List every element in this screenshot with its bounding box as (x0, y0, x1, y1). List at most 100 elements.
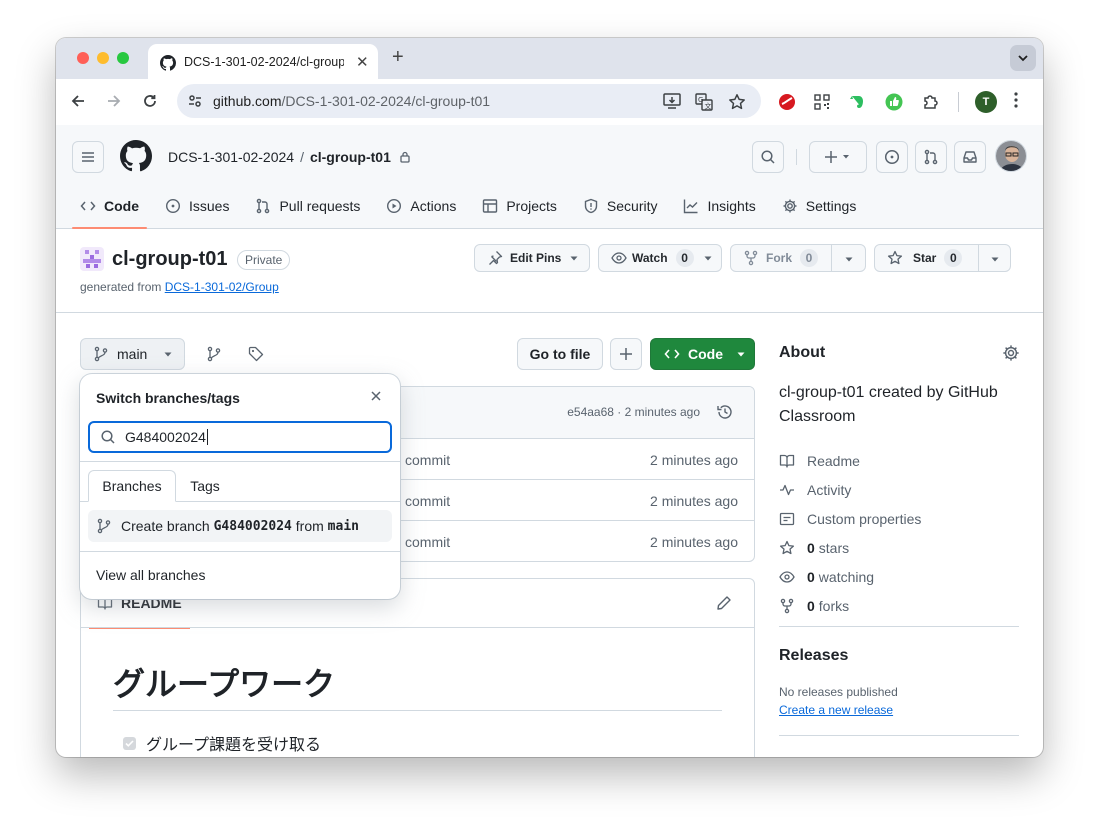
go-to-file-button[interactable]: Go to file (517, 338, 603, 370)
pencil-icon[interactable] (716, 595, 732, 611)
heading-divider (113, 710, 722, 711)
task-checkbox[interactable] (123, 736, 136, 750)
watch-button[interactable]: Watch 0 (598, 244, 722, 272)
plus-triangle-down-icon (825, 151, 849, 163)
breadcrumb-repo[interactable]: cl-group-t01 (310, 149, 391, 165)
repo-owner-avatar[interactable] (80, 247, 104, 271)
fork-button[interactable]: Fork 0 (730, 244, 866, 272)
issues-button[interactable] (876, 141, 908, 173)
back-arrow-icon[interactable] (68, 91, 88, 111)
branch-select-button[interactable]: main (80, 338, 185, 370)
reload-icon[interactable] (140, 91, 160, 111)
forward-arrow-icon[interactable] (104, 91, 124, 111)
readme-panel: README グループワーク グループ課題を受け取る (80, 578, 755, 757)
profile-avatar[interactable]: T (975, 91, 997, 113)
readme-link[interactable]: Readme (779, 446, 921, 475)
lock-icon (400, 151, 410, 163)
view-all-branches-link[interactable]: View all branches (96, 567, 205, 583)
star-count: 0 (944, 249, 963, 267)
tab-search-chevron-icon[interactable] (1010, 45, 1036, 71)
extension-evernote-icon[interactable] (847, 92, 867, 112)
tab-tags[interactable]: Tags (188, 470, 222, 502)
commit-message[interactable]: commit (405, 534, 450, 550)
star-button[interactable]: Star 0 (874, 244, 1011, 272)
tab-close-icon[interactable]: ✕ (356, 53, 369, 71)
extension-qr-icon[interactable] (812, 92, 832, 112)
tab-projects[interactable]: Projects (474, 189, 565, 223)
triangle-down-icon[interactable] (990, 254, 1000, 264)
create-branch-item[interactable]: Create branch G484002024 from main (88, 510, 392, 542)
custom-properties-link[interactable]: Custom properties (779, 504, 921, 533)
pull-requests-button[interactable] (915, 141, 947, 173)
code-icon (80, 201, 96, 211)
commit-message[interactable]: commit (405, 493, 450, 509)
create-new-button[interactable] (809, 141, 867, 173)
bookmark-star-icon[interactable] (728, 93, 746, 111)
fork-count: 0 (800, 249, 819, 267)
tab-settings[interactable]: Settings (774, 189, 865, 223)
gear-icon[interactable] (1002, 344, 1020, 362)
extension-thumbs-icon[interactable] (884, 92, 904, 112)
tab-actions[interactable]: Actions (378, 189, 464, 223)
extensions-puzzle-icon[interactable] (921, 92, 941, 112)
branch-filter-input[interactable]: G484002024 (88, 421, 392, 453)
table-icon (483, 199, 498, 213)
inbox-button[interactable] (954, 141, 986, 173)
tab-issues[interactable]: Issues (157, 189, 237, 223)
commit-info[interactable]: e54aa68 · 2 minutes ago (567, 405, 700, 419)
readme-divider (81, 627, 754, 628)
breadcrumb: DCS-1-301-02-2024/cl-group-t01 (168, 149, 411, 165)
user-avatar[interactable] (995, 140, 1027, 172)
search-button[interactable] (752, 141, 784, 173)
github-logo-icon[interactable] (120, 140, 152, 172)
hamburger-menu-button[interactable] (72, 141, 104, 173)
tab-code[interactable]: Code (72, 189, 147, 229)
template-repo-link[interactable]: DCS-1-301-02/Group (165, 280, 279, 294)
forks-link[interactable]: 0 forks (779, 591, 921, 620)
activity-link[interactable]: Activity (779, 475, 921, 504)
git-branch-icon (94, 346, 108, 362)
new-tab-plus-icon[interactable]: + (392, 46, 404, 69)
eye-icon (779, 570, 795, 583)
tab-branches[interactable]: Branches (88, 470, 176, 502)
svg-text:文: 文 (705, 102, 712, 111)
github-favicon-icon (160, 55, 176, 71)
browser-menu-icon[interactable] (1014, 92, 1018, 111)
branches-icon[interactable] (204, 344, 224, 364)
releases-heading[interactable]: Releases (779, 647, 848, 665)
install-app-icon[interactable] (663, 93, 681, 109)
create-release-link[interactable]: Create a new release (779, 703, 893, 717)
fork-split-divider (831, 244, 832, 272)
close-icon[interactable] (369, 389, 383, 403)
close-window-button[interactable] (77, 52, 89, 64)
browser-tab[interactable]: DCS-1-301-02-2024/cl-group-t01 ✕ (148, 44, 378, 79)
tab-pull-requests[interactable]: Pull requests (247, 189, 368, 223)
extension-red-icon[interactable] (777, 92, 797, 112)
repo-name-heading[interactable]: cl-group-t01 (112, 248, 228, 271)
add-file-button[interactable] (610, 338, 642, 370)
code-dropdown-button[interactable]: Code (650, 338, 755, 370)
edit-pins-button[interactable]: Edit Pins (474, 244, 590, 272)
gear-icon (783, 199, 797, 213)
note-icon (779, 512, 795, 525)
stars-link[interactable]: 0 stars (779, 533, 921, 562)
triangle-down-icon[interactable] (844, 254, 854, 264)
tab-insights[interactable]: Insights (675, 189, 763, 223)
star-icon (887, 250, 903, 265)
address-bar[interactable]: github.com/DCS-1-301-02-2024/cl-group-t0… (177, 84, 761, 118)
breadcrumb-owner[interactable]: DCS-1-301-02-2024 (168, 149, 294, 165)
minimize-window-button[interactable] (97, 52, 109, 64)
no-releases-text: No releases published (779, 685, 898, 699)
history-icon[interactable] (716, 403, 734, 421)
maximize-window-button[interactable] (117, 52, 129, 64)
site-settings-icon[interactable] (187, 93, 203, 109)
translate-icon[interactable]: G文 (695, 93, 713, 111)
commit-message[interactable]: commit (405, 452, 450, 468)
watching-link[interactable]: 0 watching (779, 562, 921, 591)
text-caret (206, 429, 208, 445)
dropdown-divider (80, 551, 400, 552)
tag-icon[interactable] (246, 344, 266, 364)
eye-icon (611, 252, 627, 264)
about-list: Readme Activity Custom properties 0 stars… (779, 446, 921, 620)
tab-security[interactable]: Security (575, 189, 666, 223)
